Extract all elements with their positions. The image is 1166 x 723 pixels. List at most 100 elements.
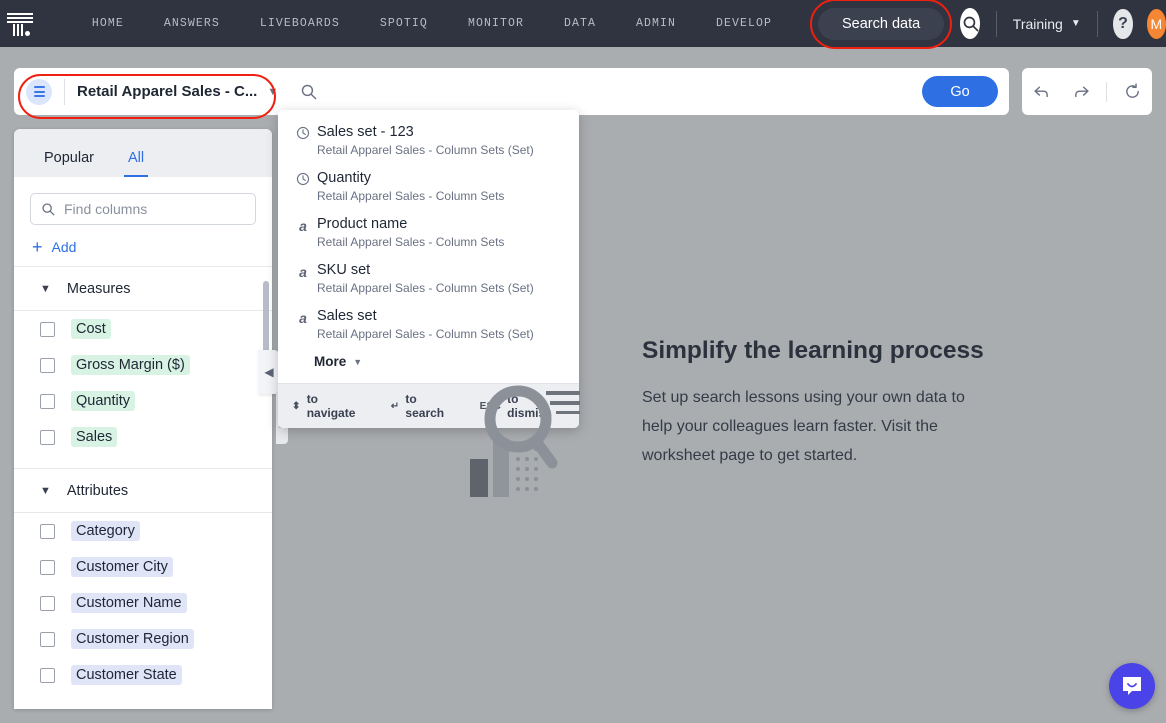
nav-divider-1 <box>996 10 997 37</box>
nav-divider-2 <box>1096 10 1098 37</box>
find-columns-box[interactable] <box>30 193 256 225</box>
reset-icon <box>1125 83 1139 98</box>
column-label: Category <box>71 521 140 541</box>
checkbox[interactable] <box>40 631 55 647</box>
find-columns-wrap <box>14 177 272 225</box>
plus-icon: + <box>32 237 43 257</box>
checkbox[interactable] <box>40 357 55 373</box>
checkbox[interactable] <box>40 559 55 575</box>
suggestion-title: SKU set <box>317 262 371 278</box>
suggestion-title: Quantity <box>317 170 371 186</box>
column-row-gross-margin[interactable]: Gross Margin ($) <box>14 347 272 383</box>
column-row-customer-city[interactable]: Customer City <box>14 549 272 585</box>
undo-button[interactable] <box>1027 77 1057 107</box>
logo-container[interactable] <box>0 9 40 39</box>
hint-label: to search <box>405 392 445 420</box>
main-nav-links: HOME ANSWERS LIVEBOARDS SPOTIQ MONITOR D… <box>72 17 792 30</box>
dataset-selector[interactable]: Retail Apparel Sales - C... ▼ <box>14 68 278 115</box>
chat-bubble-icon <box>1123 677 1141 695</box>
section-title-attributes: Attributes <box>66 483 129 499</box>
search-input[interactable] <box>317 69 922 114</box>
nav-item-data[interactable]: DATA <box>544 17 616 30</box>
panel-tabs: Popular All <box>14 129 272 177</box>
more-label: More <box>314 354 347 369</box>
add-column-button[interactable]: + Add <box>14 225 272 266</box>
column-row-sales[interactable]: Sales <box>14 419 272 455</box>
alpha-icon: a <box>299 310 307 326</box>
chevron-down-icon: ▼ <box>40 283 51 295</box>
updown-arrows-icon: ⬍ <box>292 400 301 412</box>
avatar[interactable]: M <box>1146 8 1166 39</box>
org-selector[interactable]: Training ▼ <box>1013 16 1081 32</box>
checkbox[interactable] <box>40 523 55 539</box>
reset-button[interactable] <box>1117 77 1147 107</box>
column-row-category[interactable]: Category <box>14 513 272 549</box>
nav-item-spotiq[interactable]: SPOTIQ <box>360 17 448 30</box>
column-label: Gross Margin ($) <box>71 355 190 375</box>
suggestion-item[interactable]: a Product name Retail Apparel Sales - Co… <box>278 210 579 256</box>
checkbox[interactable] <box>40 667 55 683</box>
dataset-label: Retail Apparel Sales - C... <box>77 83 258 100</box>
column-label: Customer City <box>71 557 173 577</box>
column-row-customer-region[interactable]: Customer Region <box>14 621 272 657</box>
search-data-button[interactable]: Search data <box>818 7 945 40</box>
nav-item-home[interactable]: HOME <box>72 17 144 30</box>
suggestion-subtitle: Retail Apparel Sales - Column Sets (Set) <box>317 143 534 157</box>
column-label: Customer State <box>71 665 182 685</box>
nav-item-monitor[interactable]: MONITOR <box>448 17 544 30</box>
checkbox[interactable] <box>40 321 55 337</box>
chevron-down-icon: ▼ <box>353 356 363 367</box>
columns-icon <box>26 78 52 105</box>
section-header-attributes[interactable]: ▼ Attributes <box>14 468 272 513</box>
search-bar: Retail Apparel Sales - C... ▼ Go <box>14 68 1009 119</box>
panel-scrollbar[interactable] <box>263 281 269 359</box>
suggestion-item[interactable]: Sales set - 123 Retail Apparel Sales - C… <box>278 118 579 164</box>
org-label: Training <box>1012 15 1063 32</box>
column-row-customer-state[interactable]: Customer State <box>14 657 272 693</box>
suggestion-subtitle: Retail Apparel Sales - Column Sets <box>317 235 505 249</box>
toolbar-divider <box>1106 81 1108 102</box>
find-columns-input[interactable] <box>64 201 245 217</box>
checkbox[interactable] <box>40 595 55 611</box>
search-bar-row: Retail Apparel Sales - C... ▼ Go <box>14 68 1009 119</box>
tab-all[interactable]: All <box>123 150 149 177</box>
suggestion-item[interactable]: Quantity Retail Apparel Sales - Column S… <box>278 164 579 210</box>
search-icon <box>963 16 979 32</box>
history-toolbar <box>1022 68 1152 115</box>
clock-icon <box>292 169 314 205</box>
column-label: Sales <box>71 427 118 447</box>
nav-item-liveboards[interactable]: LIVEBOARDS <box>240 17 360 30</box>
magnifier-illustration-svg <box>470 385 590 497</box>
suggestion-title: Sales set <box>317 308 377 324</box>
checkbox[interactable] <box>40 429 55 445</box>
chevron-down-icon: ▼ <box>267 85 279 98</box>
search-icon <box>42 203 55 216</box>
thoughtspot-logo[interactable] <box>5 9 35 39</box>
hint-label: to navigate <box>306 392 356 420</box>
column-label: Customer Name <box>71 593 187 613</box>
checkbox[interactable] <box>40 393 55 409</box>
collapse-panel-button[interactable]: ◀ <box>258 350 280 394</box>
undo-icon <box>1034 86 1049 98</box>
global-search-button[interactable] <box>960 8 981 39</box>
columns-panel: Popular All + Add ▼ Measures Cost Gross … <box>14 129 272 709</box>
nav-item-admin[interactable]: ADMIN <box>616 17 696 30</box>
nav-item-develop[interactable]: DEVELOP <box>696 17 792 30</box>
help-button[interactable]: ? <box>1113 8 1133 39</box>
alpha-icon: a <box>299 218 307 234</box>
suggestion-item[interactable]: a SKU set Retail Apparel Sales - Column … <box>278 256 579 302</box>
section-title-measures: Measures <box>66 281 131 297</box>
column-label: Quantity <box>71 391 135 411</box>
chat-bubble-button[interactable] <box>1109 663 1155 709</box>
nav-item-answers[interactable]: ANSWERS <box>144 17 240 30</box>
column-row-customer-name[interactable]: Customer Name <box>14 585 272 621</box>
column-row-quantity[interactable]: Quantity <box>14 383 272 419</box>
redo-button[interactable] <box>1067 77 1097 107</box>
section-header-measures[interactable]: ▼ Measures <box>14 266 272 311</box>
column-row-cost[interactable]: Cost <box>14 311 272 347</box>
suggestion-title: Product name <box>317 216 408 232</box>
go-button[interactable]: Go <box>922 76 998 107</box>
tab-popular[interactable]: Popular <box>40 150 98 177</box>
column-label: Customer Region <box>71 629 194 649</box>
suggestion-subtitle: Retail Apparel Sales - Column Sets <box>317 189 505 203</box>
